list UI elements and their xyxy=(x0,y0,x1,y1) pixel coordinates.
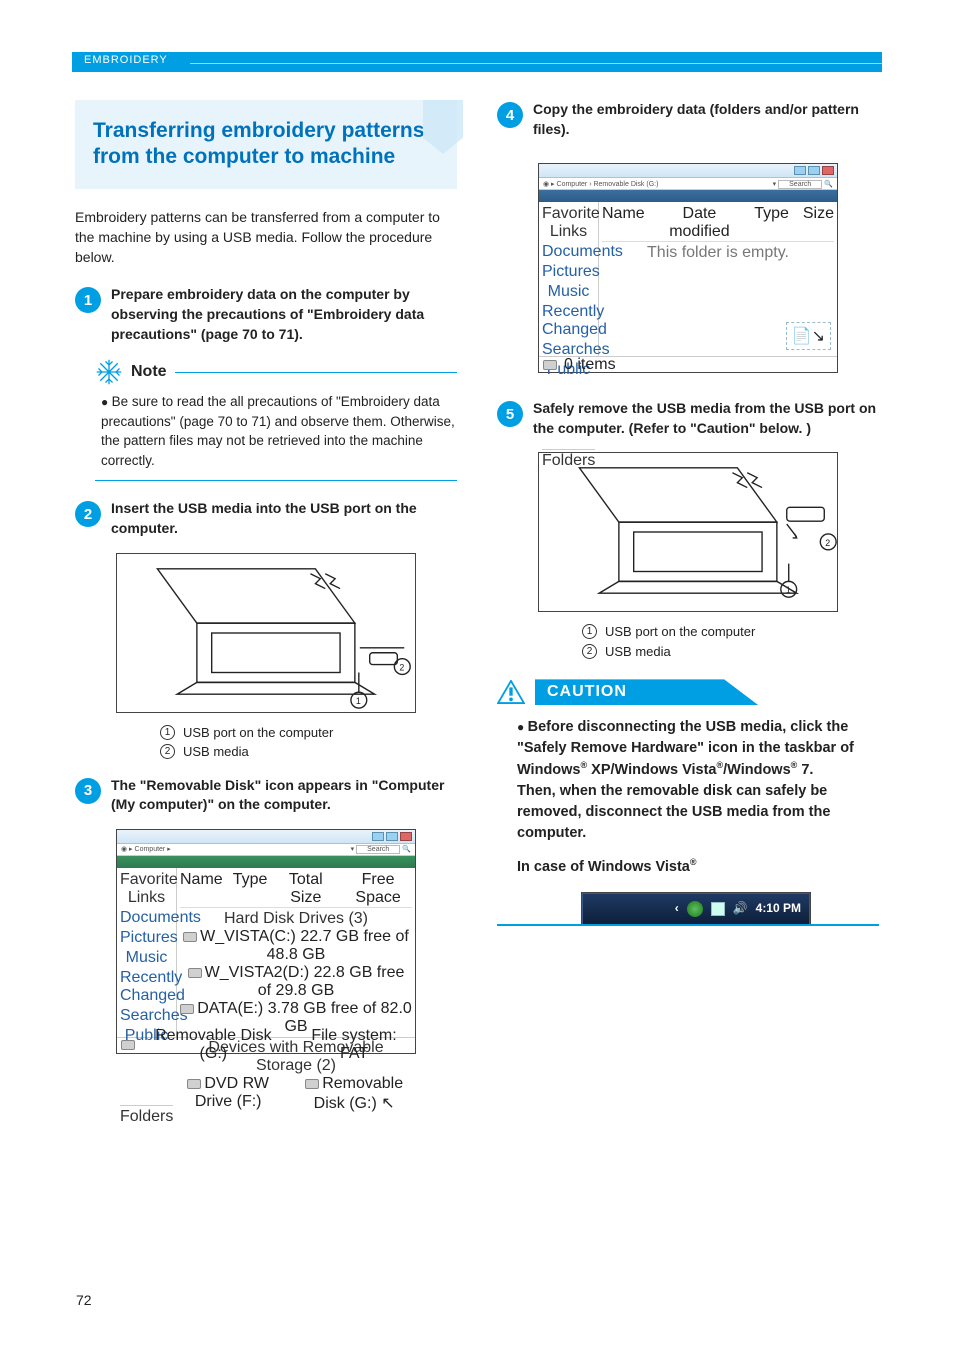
explorer2-breadcrumb: Computer › Removable Disk (G:) xyxy=(557,181,659,188)
figure-explorer-removable: ◉ ▸ Computer › Removable Disk (G:) ▾ Sea… xyxy=(538,163,838,373)
caution-p1b: XP/Windows Vista xyxy=(587,762,716,778)
step-4-text: Copy the embroidery data (folders and/or… xyxy=(533,100,879,139)
note-block: Note Be sure to read the all precautions… xyxy=(95,358,457,481)
callout-r2-text: USB media xyxy=(605,642,671,662)
explorer1-col-type[interactable]: Type xyxy=(233,871,268,907)
step-4: 4 Copy the embroidery data (folders and/… xyxy=(497,100,879,139)
caution-p3a: In case of Windows Vista xyxy=(517,859,690,875)
explorer2-side-recent[interactable]: Recently Changed xyxy=(542,303,595,339)
taskbar-clock[interactable]: 4:10 PM xyxy=(756,900,801,917)
callout-r1-text: USB port on the computer xyxy=(605,622,755,642)
explorer1-side-searches[interactable]: Searches xyxy=(120,1007,173,1025)
note-title: Note xyxy=(131,363,167,381)
section-title-box: Transferring embroidery patterns from th… xyxy=(75,100,457,189)
explorer1-side-pictures[interactable]: Pictures xyxy=(120,929,173,947)
svg-text:2: 2 xyxy=(825,538,830,548)
explorer1-dvd[interactable]: DVD RW Drive (F:) xyxy=(195,1075,269,1110)
step-3-text: The "Removable Disk" icon appears in "Co… xyxy=(111,776,457,815)
header-rule xyxy=(190,63,882,64)
explorer1-drive-c[interactable]: W_VISTA(C:) 22.7 GB free of 48.8 GB xyxy=(200,928,409,963)
explorer1-removable[interactable]: Removable Disk (G:) xyxy=(314,1075,403,1112)
explorer2-status: 0 items xyxy=(564,356,616,374)
step-1: 1 Prepare embroidery data on the compute… xyxy=(75,285,457,344)
explorer2-empty: This folder is empty. xyxy=(602,244,834,262)
callouts-left: 1 USB port on the computer 2 USB media xyxy=(160,723,457,762)
explorer2-drop-target[interactable]: 📄↘ xyxy=(786,322,831,350)
step-badge-2: 2 xyxy=(75,501,101,527)
explorer2-side-music[interactable]: Music xyxy=(542,283,595,301)
step-3: 3 The "Removable Disk" icon appears in "… xyxy=(75,776,457,815)
note-body: Be sure to read the all precautions of "… xyxy=(95,392,457,481)
explorer2-side-title: Favorite Links xyxy=(542,205,595,241)
caution-block: CAUTION Before disconnecting the USB med… xyxy=(497,679,879,926)
page-number: 72 xyxy=(76,1292,92,1308)
step-2-text: Insert the USB media into the USB port o… xyxy=(111,499,457,538)
step-badge-3: 3 xyxy=(75,778,101,804)
callout-2-icon: 2 xyxy=(160,744,175,759)
callouts-right: 1 USB port on the computer 2 USB media xyxy=(582,622,879,661)
right-column: 4 Copy the embroidery data (folders and/… xyxy=(497,100,879,1064)
explorer1-side-music[interactable]: Music xyxy=(120,949,173,967)
explorer1-drive-d[interactable]: W_VISTA2(D:) 22.8 GB free of 29.8 GB xyxy=(205,964,405,999)
explorer1-col-name[interactable]: Name xyxy=(180,871,223,907)
caution-p1: Before disconnecting the USB media, clic… xyxy=(517,717,875,844)
step-badge-1: 1 xyxy=(75,287,101,313)
svg-text:1: 1 xyxy=(356,696,361,706)
section-title: Transferring embroidery patterns from th… xyxy=(93,118,437,171)
taskbar-chevron-icon[interactable]: ‹ xyxy=(675,900,679,917)
explorer1-side-title: Favorite Links xyxy=(120,871,173,907)
callout-1-icon: 1 xyxy=(160,725,175,740)
step-5-text: Safely remove the USB media from the USB… xyxy=(533,399,879,438)
explorer1-col-freespace[interactable]: Free Space xyxy=(344,871,412,907)
callout-r2-icon: 2 xyxy=(582,644,597,659)
explorer1-search[interactable]: Search xyxy=(356,845,400,854)
svg-text:1: 1 xyxy=(786,586,791,596)
explorer1-side-recent[interactable]: Recently Changed xyxy=(120,969,173,1005)
header-bar xyxy=(72,52,882,72)
caution-icon xyxy=(497,680,525,704)
callout-1-text: USB port on the computer xyxy=(183,723,333,743)
step-badge-4: 4 xyxy=(497,102,523,128)
explorer1-col-totalsize[interactable]: Total Size xyxy=(277,871,334,907)
explorer2-folders-toggle[interactable]: Folders xyxy=(542,449,595,470)
callout-r1-icon: 1 xyxy=(582,624,597,639)
caution-p1c: /Windows xyxy=(723,762,791,778)
caution-title: CAUTION xyxy=(535,679,879,705)
callout-2-text: USB media xyxy=(183,742,249,762)
figure-taskbar-vista: ‹ 🔊 4:10 PM xyxy=(581,892,811,926)
explorer1-group-hdd: Hard Disk Drives (3) xyxy=(180,910,412,928)
caution-p3: In case of Windows Vista® xyxy=(517,856,875,878)
explorer1-folders-toggle[interactable]: Folders xyxy=(120,1105,173,1126)
step-5: 5 Safely remove the USB media from the U… xyxy=(497,399,879,438)
taskbar-volume-icon[interactable]: 🔊 xyxy=(733,900,748,917)
note-icon xyxy=(95,358,123,386)
explorer1-side-documents[interactable]: Documents xyxy=(120,909,173,927)
intro-text: Embroidery patterns can be transferred f… xyxy=(75,207,457,268)
figure-explorer-computer: ◉ ▸ Computer ▸ ▾ Search 🔍 Favorite Links… xyxy=(116,829,416,1054)
caution-p2: Then, when the removable disk can safely… xyxy=(517,783,830,841)
taskbar-media-center-icon[interactable] xyxy=(687,901,703,917)
taskbar-safely-remove-icon[interactable] xyxy=(711,902,725,916)
note-top-line xyxy=(175,372,457,373)
explorer2-col-name[interactable]: Name xyxy=(602,205,645,241)
step-2: 2 Insert the USB media into the USB port… xyxy=(75,499,457,538)
explorer2-col-type[interactable]: Type xyxy=(754,205,789,241)
reg-4: ® xyxy=(690,857,697,867)
explorer1-status-fs: File system: FAT xyxy=(297,1027,411,1063)
figure-laptop-right: 2 1 xyxy=(538,452,838,612)
explorer2-col-date[interactable]: Date modified xyxy=(659,205,741,241)
svg-text:2: 2 xyxy=(399,662,404,672)
explorer1-breadcrumb: Computer xyxy=(135,846,166,853)
explorer2-side-documents[interactable]: Documents xyxy=(542,243,595,261)
caution-p1d: 7. xyxy=(797,762,813,778)
section-label: EMBROIDERY xyxy=(84,54,168,66)
explorer2-search[interactable]: Search xyxy=(778,180,822,189)
step-badge-5: 5 xyxy=(497,401,523,427)
left-column: Transferring embroidery patterns from th… xyxy=(75,100,457,1064)
figure-laptop-left: 2 1 xyxy=(116,553,416,713)
step-1-text: Prepare embroidery data on the computer … xyxy=(111,285,457,344)
explorer2-side-pictures[interactable]: Pictures xyxy=(542,263,595,281)
explorer1-status-name: Removable Disk (G:) xyxy=(142,1027,285,1063)
explorer2-col-size[interactable]: Size xyxy=(803,205,834,241)
